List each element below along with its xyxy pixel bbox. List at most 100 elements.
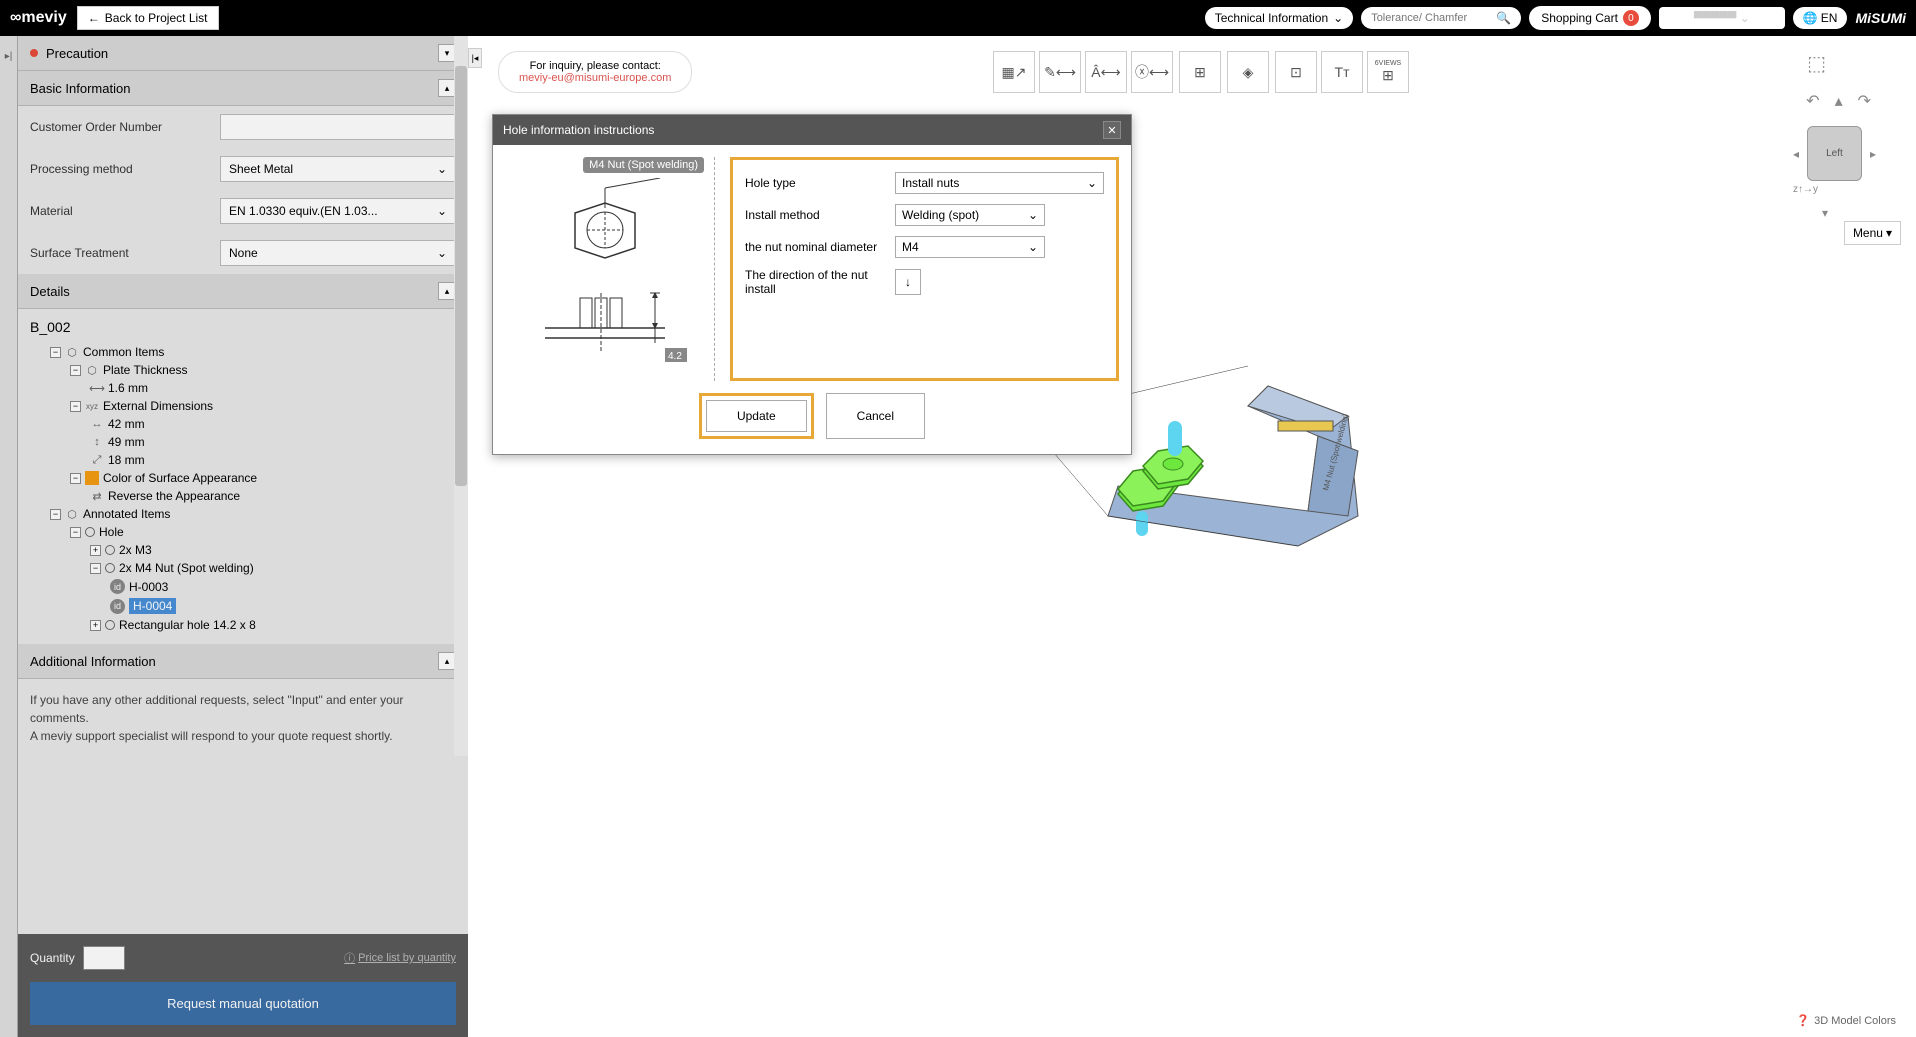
view-rotate-arrows: ↶ ▴ ↷ [1806,91,1871,111]
shopping-cart-button[interactable]: Shopping Cart 0 [1529,6,1651,30]
tree-label: Color of Surface Appearance [103,471,257,485]
tree-toggle[interactable]: − [50,509,61,520]
additional-info-panel-header[interactable]: Additional Information ▴ [18,644,468,679]
colors-label: 3D Model Colors [1814,1015,1896,1027]
tree-node-m3[interactable]: + 2x M3 [30,541,456,559]
tree-label: 49 mm [108,435,145,449]
dialog-body: M4 Nut (Spot welding) [493,145,1131,393]
tree-toggle[interactable]: − [70,527,81,538]
sidebar-collapse-right[interactable]: |◂ [468,48,482,68]
sidebar-collapse-left[interactable]: ▸| [0,36,18,1037]
tree-node-common[interactable]: − ⬡ Common Items [30,343,456,361]
rotate-left-icon[interactable]: ↶ [1806,91,1819,111]
precaution-panel-header[interactable]: Precaution ▾ [18,36,468,71]
tree-label: Reverse the Appearance [108,489,240,503]
user-menu[interactable]: ▀▀▀▀▀ ⌄ [1659,7,1785,29]
search-icon[interactable]: 🔍 [1496,11,1511,25]
tree-toggle[interactable]: − [70,365,81,376]
linear-dimension-tool[interactable]: ✎⟷ [1039,51,1081,93]
sidebar-scroll[interactable]: Precaution ▾ Basic Information ▴ Custome… [18,36,468,934]
tree-node-rect-hole[interactable]: + Rectangular hole 14.2 x 8 [30,616,456,634]
views-tool[interactable]: 6VIEWS⊞ [1367,51,1409,93]
hole-type-select[interactable]: Install nuts ⌄ [895,172,1104,194]
customer-order-row: Customer Order Number [18,106,468,148]
3d-colors-link[interactable]: ❓ 3D Model Colors [1796,1014,1896,1027]
dialog-close-button[interactable]: ✕ [1103,121,1121,139]
tree-node-dim-z[interactable]: ⤢ 18 mm [30,451,456,469]
tree-node-dim-x[interactable]: ↔ 42 mm [30,415,456,433]
angle-dimension-tool[interactable]: Â⟷ [1085,51,1127,93]
view-cube[interactable]: Left z↑→y [1807,126,1862,181]
tree-toggle[interactable]: + [90,620,101,631]
inquiry-email-link[interactable]: meviy-eu@misumi-europe.com [519,72,671,84]
tree-node-h0004[interactable]: id H-0004 [30,596,456,616]
tree-toggle[interactable]: − [70,401,81,412]
tree-node-reverse[interactable]: ⇄ Reverse the Appearance [30,487,456,505]
auto-dimension-tool[interactable]: ▦↗ [993,51,1035,93]
tree-node-plate-thickness[interactable]: − ⬡ Plate Thickness [30,361,456,379]
install-method-value: Welding (spot) [902,208,979,222]
update-button[interactable]: Update [706,400,807,432]
surface-select[interactable]: None ⌄ [220,240,456,266]
tree-node-color-surface[interactable]: − Color of Surface Appearance [30,469,456,487]
viewport-menu-button[interactable]: Menu ▾ [1844,221,1901,245]
scrollbar-thumb[interactable] [455,66,467,486]
tree-toggle[interactable]: − [90,563,101,574]
left-arrow-icon[interactable]: ◂ [1793,147,1799,161]
technical-info-dropdown[interactable]: Technical Information ⌄ [1205,7,1353,29]
measure-tool[interactable]: ⊡ [1275,51,1317,93]
quantity-select[interactable]: 1 ⌄ [83,946,126,970]
search-input[interactable] [1371,12,1491,24]
right-arrow-icon[interactable]: ▸ [1870,147,1876,161]
text-tool[interactable]: Tᴛ [1321,51,1363,93]
thickness-icon: ⟷ [90,381,104,395]
up-arrow-icon[interactable]: ▴ [1835,91,1843,111]
price-link-label: Price list by quantity [358,952,456,964]
tree-toggle[interactable]: + [90,545,101,556]
tree-toggle[interactable]: − [70,473,81,484]
nut-diameter-select[interactable]: M4 ⌄ [895,236,1045,258]
cube-icon: ⬡ [85,363,99,377]
search-box[interactable]: 🔍 [1361,7,1521,29]
processing-method-select[interactable]: Sheet Metal ⌄ [220,156,456,182]
tree-label: 2x M4 Nut (Spot welding) [119,561,254,575]
misumi-logo: MiSUMi [1855,10,1906,26]
details-panel-header[interactable]: Details ▴ [18,274,468,309]
price-list-link[interactable]: ⓘ Price list by quantity [344,950,456,966]
3d-viewport[interactable]: |◂ For inquiry, please contact: meviy-eu… [468,36,1916,1037]
tree-label-selected: H-0004 [129,598,176,614]
layer-tool[interactable]: ◈ [1227,51,1269,93]
nut-direction-button[interactable]: ↓ [895,269,921,295]
cancel-button[interactable]: Cancel [826,393,925,439]
z-dim-icon: ⤢ [90,453,104,467]
circle-icon [85,527,95,537]
grid-tool[interactable]: ⊞ [1179,51,1221,93]
tree-toggle[interactable]: − [50,347,61,358]
globe-icon: 🌐 [1803,11,1818,25]
nut-direction-label: The direction of the nut install [745,268,885,296]
part-name: B_002 [30,319,456,335]
request-quote-button[interactable]: Request manual quotation [30,982,456,1025]
down-arrow-icon[interactable]: ▾ [1822,206,1828,220]
chevron-down-icon: ⌄ [1028,240,1038,254]
tree-node-external-dims[interactable]: − xyz External Dimensions [30,397,456,415]
install-method-select[interactable]: Welding (spot) ⌄ [895,204,1045,226]
customer-order-input[interactable] [220,114,456,140]
tree-node-thickness-value[interactable]: ⟷ 1.6 mm [30,379,456,397]
tree-node-m4nut[interactable]: − 2x M4 Nut (Spot welding) [30,559,456,577]
tree-node-annotated[interactable]: − ⬡ Annotated Items [30,505,456,523]
material-select[interactable]: EN 1.0330 equiv.(EN 1.03... ⌄ [220,198,456,224]
tech-info-label: Technical Information [1215,11,1328,25]
quantity-row: Quantity 1 ⌄ ⓘ Price list by quantity [30,946,456,970]
tree-node-hole[interactable]: − Hole [30,523,456,541]
basic-info-panel-header[interactable]: Basic Information ▴ [18,71,468,106]
language-button[interactable]: 🌐 EN [1793,7,1848,29]
tree-node-dim-y[interactable]: ↕ 49 mm [30,433,456,451]
cube-icon: ⬡ [65,345,79,359]
quantity-label: Quantity [30,951,75,965]
rotate-right-icon[interactable]: ↷ [1858,91,1871,111]
delete-dimension-tool[interactable]: ⓧ⟷ [1131,51,1173,93]
tree-node-h0003[interactable]: id H-0003 [30,577,456,596]
view-cube-icon[interactable]: ⬚ [1807,51,1826,76]
back-to-projects-button[interactable]: ← Back to Project List [77,6,219,30]
